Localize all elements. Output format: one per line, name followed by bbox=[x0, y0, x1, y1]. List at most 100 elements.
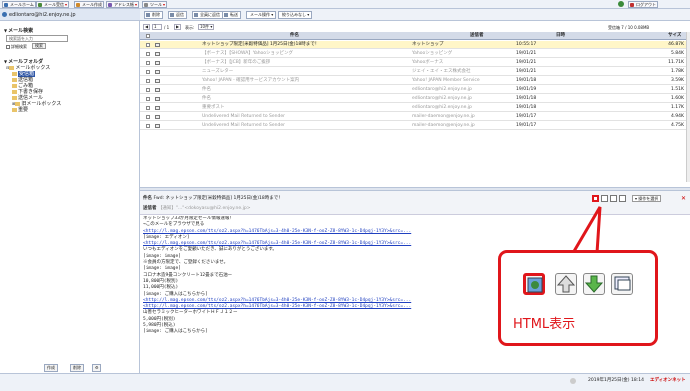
row-size: 1.51K bbox=[671, 87, 684, 92]
prev-page-button[interactable]: ◀ bbox=[143, 24, 151, 30]
reply-icon bbox=[170, 13, 174, 17]
address-book-button[interactable]: アドレス帳▾ bbox=[106, 1, 140, 8]
next-page-button[interactable]: ▶ bbox=[174, 24, 182, 30]
action-select[interactable]: ▾ 操作を選択 bbox=[632, 195, 662, 202]
mail-compose-button[interactable]: メール作成 bbox=[74, 1, 104, 8]
html-display-callout: HTML表示 bbox=[498, 250, 658, 346]
row-date: 19/01/17 bbox=[516, 123, 537, 128]
row-checkbox[interactable] bbox=[146, 61, 150, 65]
address-book-icon bbox=[108, 3, 112, 7]
message-from: 送信者 【通知】"..."<dokoyasu@hi2.enjoy.ne.jp> bbox=[143, 206, 251, 211]
per-page-select[interactable]: 10件 ▾ bbox=[198, 24, 215, 30]
table-row[interactable]: ニューズレター ジェイ・エイ・エス株式会社 19/01/21 1.78K bbox=[140, 68, 686, 76]
status-bar: 2019年1月25日(金) 18:14 エディオンネット bbox=[0, 373, 690, 391]
table-row[interactable]: 重要ポスト edliontaro@hi2.enjoy.ne.jp 19/01/18 1… bbox=[140, 104, 686, 112]
sidebar: ▼メール検索 検索語を入力 詳細検索 検索 ▼メールフォルダ ⊟ メールボックス … bbox=[0, 21, 140, 373]
delete-button[interactable]: 削除 bbox=[144, 11, 163, 19]
column-subject[interactable]: 件名 bbox=[290, 32, 299, 40]
create-folder-button[interactable]: 作成 bbox=[44, 364, 58, 372]
row-size: 11.71K bbox=[668, 60, 684, 65]
mail-home-button[interactable]: メールホーム bbox=[2, 1, 36, 8]
row-checkbox[interactable] bbox=[146, 70, 150, 74]
select-all-checkbox[interactable] bbox=[146, 34, 150, 38]
column-sender[interactable]: 送信者 bbox=[470, 32, 484, 40]
mail-operation-dropdown[interactable]: メール操作 ▾ bbox=[246, 11, 277, 19]
per-page-label: 表示: bbox=[185, 25, 195, 30]
up-arrow-icon[interactable] bbox=[601, 195, 608, 202]
row-date: 19/01/21 bbox=[516, 51, 537, 56]
window-icon[interactable] bbox=[619, 195, 626, 202]
table-row[interactable]: 件名 edliontaro@hi2.enjoy.ne.jp 19/01/19 1.51… bbox=[140, 86, 686, 94]
mail-icon bbox=[155, 52, 160, 56]
row-date: 19/01/18 bbox=[516, 96, 537, 101]
table-row[interactable]: ネットショップ限定[米穀特価品] 1月25日(金)18時まで！ ネットショップ 10… bbox=[140, 41, 686, 49]
table-row[interactable]: Yahoo! JAPAN - 確認用サービスアカウント案内 Yahoo! JAPA… bbox=[140, 77, 686, 85]
down-arrow-icon[interactable] bbox=[610, 195, 617, 202]
window-large-icon bbox=[611, 273, 633, 295]
list-header: 件名 送信者 日時 サイズ bbox=[140, 32, 686, 40]
help-icon[interactable] bbox=[618, 1, 624, 7]
settings-icon[interactable]: ⚙ bbox=[92, 364, 101, 372]
filter-dropdown[interactable]: 絞り込みなし ▾ bbox=[278, 11, 313, 19]
folder-icon bbox=[15, 101, 21, 106]
html-view-icon[interactable] bbox=[592, 195, 599, 202]
row-checkbox[interactable] bbox=[146, 79, 150, 83]
folder-icon bbox=[12, 107, 17, 112]
mail-icon bbox=[155, 79, 160, 83]
tools-button[interactable]: ツール▾ bbox=[142, 1, 168, 8]
row-size: 46.87K bbox=[668, 42, 684, 47]
row-size: 4.94K bbox=[671, 114, 684, 119]
table-row[interactable]: 件名 edliontaro@hi2.enjoy.ne.jp 19/01/18 1.60… bbox=[140, 95, 686, 103]
page-input[interactable]: 1 bbox=[152, 24, 162, 30]
message-subject: 件名 Fwd: ネットショップ限定[米穀特価品] 1月25日(金)18時まで！ bbox=[143, 196, 283, 201]
status-datetime: 2019年1月25日(金) 18:14 bbox=[588, 378, 644, 383]
folder-icon bbox=[12, 71, 17, 76]
mail-search-title: ▼メール検索 bbox=[4, 28, 34, 34]
user-icon bbox=[2, 12, 7, 17]
folder-important[interactable]: 重要 bbox=[12, 107, 28, 113]
row-size: 5.84K bbox=[671, 51, 684, 56]
delete-folder-button[interactable]: 削除 bbox=[70, 364, 84, 372]
row-checkbox[interactable] bbox=[146, 115, 150, 119]
user-email: edliontaro@hi2.enjoy.ne.jp bbox=[9, 12, 76, 18]
row-checkbox[interactable] bbox=[146, 88, 150, 92]
mail-receive-button[interactable]: メール受信▾ bbox=[36, 1, 70, 8]
mail-icon bbox=[155, 88, 160, 92]
reply-all-button[interactable]: 全員に返信 bbox=[192, 11, 223, 19]
row-checkbox[interactable] bbox=[146, 43, 150, 47]
table-row[interactable]: Undelivered Mail Returned to Sender maile… bbox=[140, 113, 686, 121]
row-checkbox[interactable] bbox=[146, 52, 150, 56]
row-date: 19/01/18 bbox=[516, 78, 537, 83]
row-size: 3.59K bbox=[671, 78, 684, 83]
row-date: 19/01/21 bbox=[516, 69, 537, 74]
mail-folder-title: ▼メールフォルダ bbox=[4, 59, 44, 65]
tools-icon bbox=[144, 3, 148, 7]
column-size[interactable]: サイズ bbox=[668, 32, 681, 40]
column-date[interactable]: 日時 bbox=[556, 32, 565, 40]
row-date: 19/01/17 bbox=[516, 114, 537, 119]
search-input[interactable]: 検索語を入力 bbox=[6, 35, 68, 42]
scroll-left-icon[interactable] bbox=[570, 378, 576, 384]
detail-search-checkbox[interactable]: 詳細検索 bbox=[6, 44, 27, 50]
table-row[interactable]: 【ボーナス】【SHOWA】Yahooショッピング Yahooショッピング 19/01… bbox=[140, 50, 686, 58]
reply-button[interactable]: 返信 bbox=[168, 11, 187, 19]
table-row[interactable]: Undelivered Mail Returned to Sender maile… bbox=[140, 122, 686, 130]
page-total: / 1 bbox=[164, 25, 170, 30]
logout-button[interactable]: ログアウト bbox=[628, 1, 658, 8]
row-checkbox[interactable] bbox=[146, 106, 150, 110]
mail-icon bbox=[155, 70, 160, 74]
close-icon[interactable]: ✕ bbox=[680, 195, 687, 202]
table-row[interactable]: 【ボーナス】【JCB】新年のご挨拶 Yahooボーナス 19/01/21 11.71K bbox=[140, 59, 686, 67]
mail-icon bbox=[155, 106, 160, 110]
search-button[interactable]: 検索 bbox=[32, 43, 46, 49]
row-date: 10:55:17 bbox=[516, 42, 537, 47]
up-arrow-large-icon bbox=[555, 273, 577, 295]
reply-all-icon bbox=[194, 13, 198, 17]
row-checkbox[interactable] bbox=[146, 124, 150, 128]
row-checkbox[interactable] bbox=[146, 97, 150, 101]
compose-icon bbox=[76, 3, 80, 7]
down-arrow-large-icon bbox=[583, 273, 605, 295]
forward-button[interactable]: 転送 bbox=[222, 11, 241, 19]
list-scrollbar[interactable] bbox=[686, 32, 690, 182]
mail-icon bbox=[155, 97, 160, 101]
